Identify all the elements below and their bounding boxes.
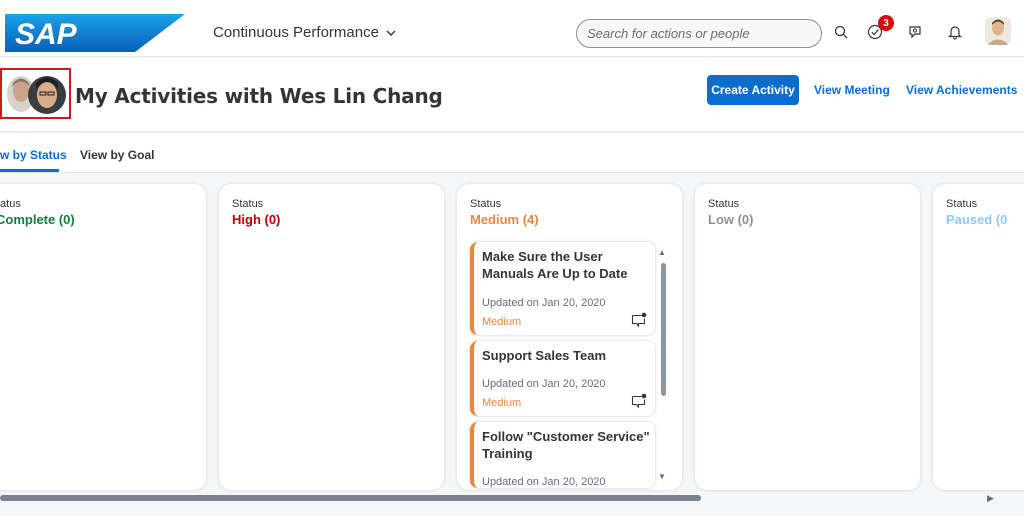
column-status-paused: Paused (0 bbox=[946, 212, 1008, 227]
page-title: My Activities with Wes Lin Chang bbox=[75, 84, 443, 108]
app-title: Continuous Performance bbox=[213, 24, 379, 41]
column-low bbox=[695, 184, 920, 490]
column-status-low: Low (0) bbox=[708, 212, 754, 227]
app-title-menu[interactable]: Continuous Performance bbox=[213, 24, 397, 41]
board-horizontal-scrollbar-thumb[interactable] bbox=[0, 495, 701, 501]
column-complete bbox=[0, 184, 206, 490]
card-updated: Updated on Jan 20, 2020 bbox=[482, 297, 606, 309]
comment-icon[interactable] bbox=[631, 393, 647, 409]
column-caption: tatus bbox=[0, 198, 21, 210]
card-title: Follow "Customer Service" Training bbox=[482, 429, 650, 461]
scroll-up-arrow-icon[interactable]: ▲ bbox=[658, 248, 666, 257]
column-caption: Status bbox=[232, 198, 264, 210]
view-meeting-button[interactable]: View Meeting bbox=[814, 83, 890, 97]
comment-icon[interactable] bbox=[631, 312, 647, 328]
column-caption: Status bbox=[946, 198, 978, 210]
notification-badge: 3 bbox=[878, 15, 894, 31]
activity-card[interactable]: Make Sure the User Manuals Are Up to Dat… bbox=[470, 242, 655, 335]
bell-icon[interactable] bbox=[945, 22, 965, 42]
tab-view-by-goal[interactable]: View by Goal bbox=[80, 148, 154, 162]
tab-view-by-status[interactable]: w by Status bbox=[0, 148, 67, 162]
column-high bbox=[219, 184, 444, 490]
card-title: Make Sure the User Manuals Are Up to Dat… bbox=[482, 249, 628, 281]
column-scrollbar-thumb[interactable] bbox=[661, 263, 666, 396]
shell-bar: SAP Continuous Performance 3 bbox=[0, 0, 1024, 57]
create-activity-button[interactable]: Create Activity bbox=[707, 75, 799, 105]
sap-logo[interactable]: SAP bbox=[5, 14, 185, 52]
column-status-high: High (0) bbox=[232, 212, 281, 227]
feedback-icon[interactable] bbox=[905, 22, 925, 42]
search-input[interactable] bbox=[576, 19, 822, 48]
card-updated: Updated on Jan 20, 2020 bbox=[482, 476, 606, 488]
search-icon[interactable] bbox=[831, 22, 851, 42]
column-status-medium: Medium (4) bbox=[470, 212, 539, 227]
column-caption: Status bbox=[470, 198, 502, 210]
column-paused bbox=[933, 184, 1024, 490]
active-tab-indicator bbox=[0, 169, 59, 172]
card-updated: Updated on Jan 20, 2020 bbox=[482, 378, 606, 390]
card-priority: Medium bbox=[482, 316, 522, 328]
chevron-down-icon bbox=[386, 30, 396, 36]
column-status-complete: Complete (0) bbox=[0, 212, 75, 227]
participant-avatars bbox=[0, 68, 71, 119]
activity-card[interactable]: Follow "Customer Service" Training Updat… bbox=[470, 422, 655, 488]
card-priority: Medium bbox=[482, 397, 522, 409]
activity-card[interactable]: Support Sales Team Updated on Jan 20, 20… bbox=[470, 341, 655, 416]
scroll-down-arrow-icon[interactable]: ▼ bbox=[658, 472, 666, 481]
card-title: Support Sales Team bbox=[482, 348, 607, 363]
svg-text:SAP: SAP bbox=[15, 18, 78, 51]
scroll-right-arrow-icon[interactable]: ▶ bbox=[987, 493, 994, 504]
participants-photo bbox=[2, 70, 69, 117]
user-avatar[interactable] bbox=[985, 17, 1011, 45]
column-caption: Status bbox=[708, 198, 740, 210]
view-achievements-button[interactable]: View Achievements bbox=[906, 83, 1017, 97]
